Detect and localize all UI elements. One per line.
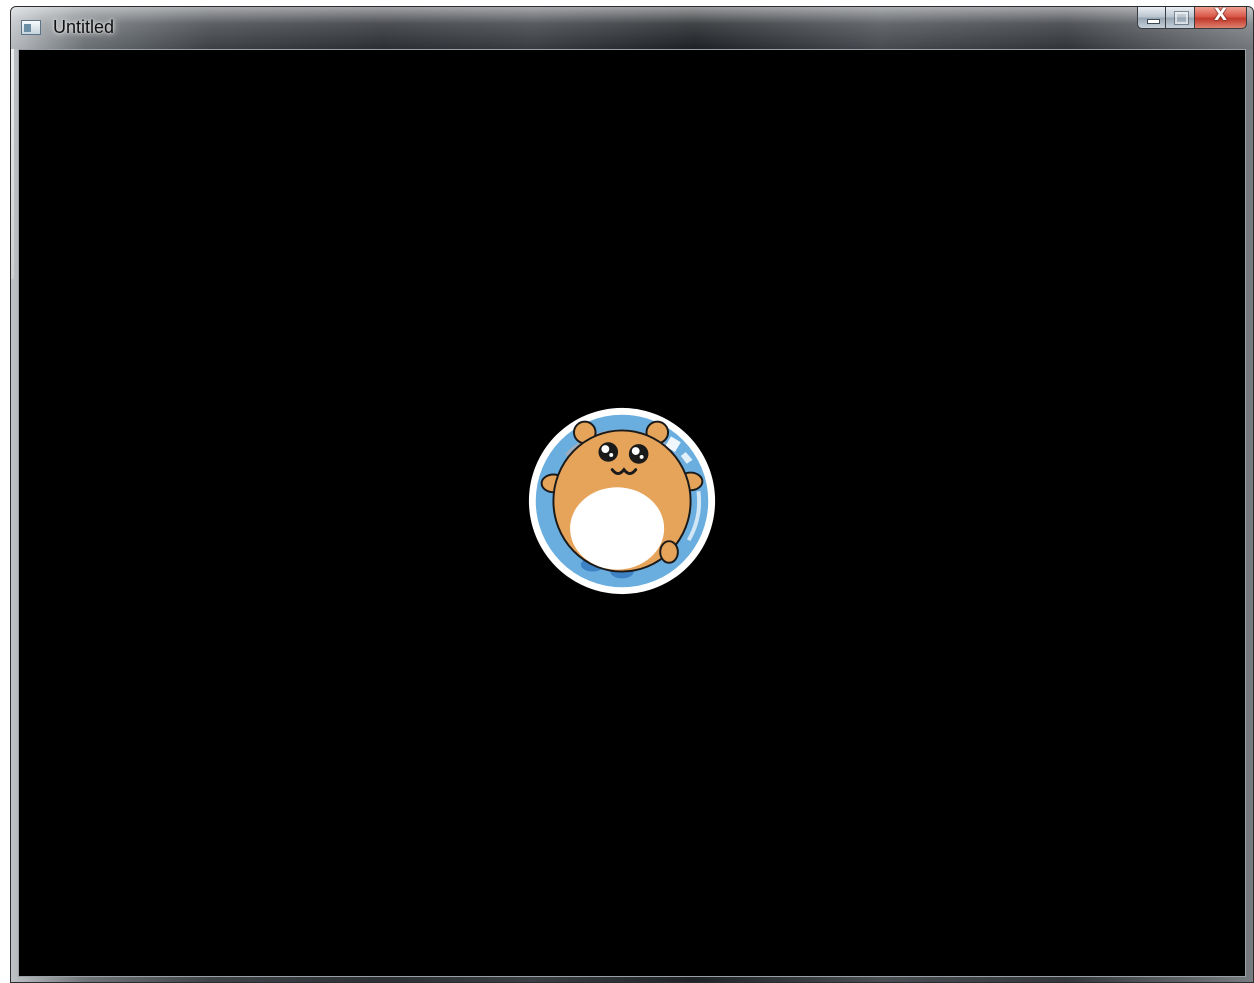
app-window-icon[interactable] — [21, 20, 41, 35]
caption-buttons: X — [1137, 7, 1247, 29]
minimize-button[interactable] — [1137, 7, 1166, 29]
minimize-icon — [1147, 19, 1160, 24]
close-icon: X — [1213, 6, 1228, 25]
window-title: Untitled — [53, 17, 115, 37]
hamster-belly — [570, 487, 665, 570]
maximize-icon — [1174, 11, 1189, 25]
app-window: Untitled X — [10, 6, 1254, 983]
window-left-edge — [11, 49, 14, 279]
maximize-button[interactable] — [1166, 7, 1195, 29]
title-bar[interactable]: Untitled — [11, 7, 1253, 49]
game-canvas[interactable] — [18, 49, 1246, 977]
close-button[interactable]: X — [1195, 7, 1247, 29]
hamster-ball-sprite[interactable] — [524, 403, 720, 599]
